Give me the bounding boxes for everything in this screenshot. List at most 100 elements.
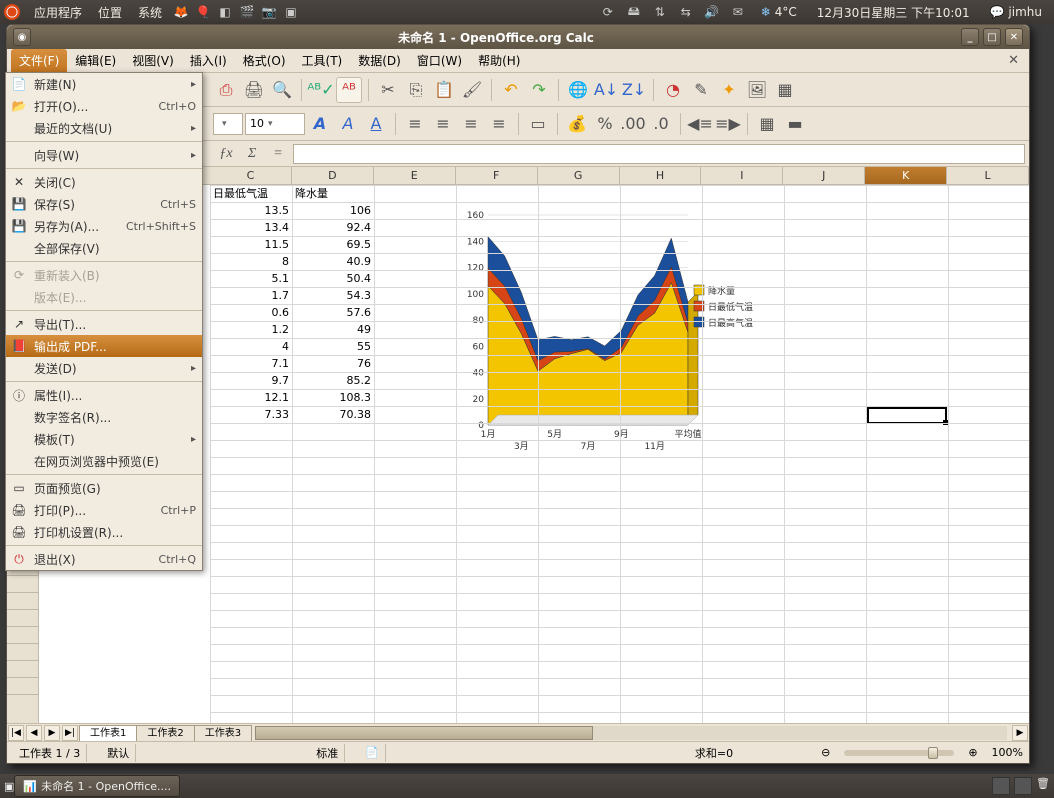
terminal-icon[interactable]: ▣ bbox=[282, 3, 300, 21]
spellcheck-icon[interactable]: ᴬᴮ✓ bbox=[308, 77, 334, 103]
panel-places-menu[interactable]: 位置 bbox=[90, 2, 130, 23]
balloon-icon[interactable]: 🎈 bbox=[194, 3, 212, 21]
menu-exit[interactable]: ⏻退出(X)Ctrl+Q bbox=[6, 548, 202, 570]
update-icon[interactable]: ⟳ bbox=[599, 3, 617, 21]
menu-format[interactable]: 格式(O) bbox=[235, 49, 294, 72]
cell[interactable]: 92.4 bbox=[292, 219, 374, 236]
clock[interactable]: 12月30日星期三 下午10:01 bbox=[809, 2, 978, 23]
embedded-chart[interactable]: 0204060801001201401601月3月5月7月9月11月平均值降水量… bbox=[448, 205, 768, 465]
col-header-K[interactable]: K bbox=[865, 167, 947, 184]
align-left-icon[interactable]: ≡ bbox=[402, 111, 428, 137]
cell[interactable]: 57.6 bbox=[292, 304, 374, 321]
cell[interactable]: 1.2 bbox=[210, 321, 292, 338]
menu-data[interactable]: 数据(D) bbox=[350, 49, 409, 72]
cell[interactable]: 降水量 bbox=[292, 185, 374, 202]
cell[interactable]: 5.1 bbox=[210, 270, 292, 287]
tab-next-icon[interactable]: ▶ bbox=[44, 725, 60, 741]
font-size-combo[interactable]: 10▾ bbox=[245, 113, 305, 135]
indent-inc-icon[interactable]: ≡▶ bbox=[715, 111, 741, 137]
underline-icon[interactable]: A bbox=[363, 111, 389, 137]
font-name-combo[interactable]: ▾ bbox=[213, 113, 243, 135]
cell[interactable]: 106 bbox=[292, 202, 374, 219]
cell[interactable]: 7.33 bbox=[210, 406, 292, 423]
menu-wizard[interactable]: 向导(W) bbox=[6, 144, 202, 166]
cell[interactable]: 50.4 bbox=[292, 270, 374, 287]
align-justify-icon[interactable]: ≡ bbox=[486, 111, 512, 137]
zoom-out-icon[interactable]: ⊖ bbox=[821, 746, 830, 759]
merge-cells-icon[interactable]: ▭ bbox=[525, 111, 551, 137]
sort-desc-icon[interactable]: Z↓ bbox=[621, 77, 647, 103]
menu-properties[interactable]: ⓘ属性(I)... bbox=[6, 384, 202, 406]
print-icon[interactable]: 🖨 bbox=[241, 77, 267, 103]
scroll-right-icon[interactable]: ▶ bbox=[1012, 725, 1028, 741]
col-header-C[interactable]: C bbox=[210, 167, 292, 184]
indent-dec-icon[interactable]: ◀≡ bbox=[687, 111, 713, 137]
function-wizard-icon[interactable]: ƒx bbox=[215, 144, 237, 164]
workspace-switcher-2[interactable] bbox=[1014, 777, 1032, 795]
tab-last-icon[interactable]: ▶| bbox=[62, 725, 78, 741]
col-header-J[interactable]: J bbox=[783, 167, 865, 184]
horizontal-scrollbar[interactable] bbox=[255, 726, 1007, 740]
cell[interactable]: 8 bbox=[210, 253, 292, 270]
ubuntu-logo-icon[interactable] bbox=[4, 4, 20, 20]
draw-icon[interactable]: ✎ bbox=[688, 77, 714, 103]
menu-file[interactable]: 文件(F) bbox=[11, 49, 67, 72]
col-header-I[interactable]: I bbox=[701, 167, 783, 184]
preview-icon[interactable]: 🔍 bbox=[269, 77, 295, 103]
cell[interactable]: 12.1 bbox=[210, 389, 292, 406]
cell[interactable]: 70.38 bbox=[292, 406, 374, 423]
window-menu-icon[interactable]: ◉ bbox=[13, 28, 31, 46]
menu-edit[interactable]: 编辑(E) bbox=[67, 49, 124, 72]
network-icon[interactable]: ⇆ bbox=[677, 3, 695, 21]
menu-recent[interactable]: 最近的文档(U) bbox=[6, 117, 202, 139]
cell[interactable]: 49 bbox=[292, 321, 374, 338]
redo-icon[interactable]: ↷ bbox=[526, 77, 552, 103]
menu-digsig[interactable]: 数字签名(R)... bbox=[6, 406, 202, 428]
col-header-D[interactable]: D bbox=[292, 167, 374, 184]
decimal-add-icon[interactable]: .00 bbox=[620, 111, 646, 137]
cell[interactable]: 日最低气温 bbox=[210, 185, 292, 202]
show-desktop-icon[interactable]: ▣ bbox=[4, 780, 14, 793]
col-header-L[interactable]: L bbox=[947, 167, 1029, 184]
cell[interactable]: 54.3 bbox=[292, 287, 374, 304]
sheet-tab-2[interactable]: 工作表2 bbox=[136, 725, 194, 741]
firefox-icon[interactable]: 🦊 bbox=[172, 3, 190, 21]
menu-view[interactable]: 视图(V) bbox=[124, 49, 182, 72]
bold-icon[interactable]: A bbox=[307, 111, 333, 137]
status-sig-icon[interactable]: 📄 bbox=[359, 744, 386, 762]
menu-save[interactable]: 💾保存(S)Ctrl+S bbox=[6, 193, 202, 215]
zoom-slider[interactable] bbox=[844, 750, 954, 756]
user-menu[interactable]: 💬 jimhu bbox=[982, 3, 1050, 21]
menu-window[interactable]: 窗口(W) bbox=[409, 49, 470, 72]
menu-template[interactable]: 模板(T) bbox=[6, 428, 202, 450]
col-header-H[interactable]: H bbox=[620, 167, 702, 184]
video-icon[interactable]: 🎬 bbox=[238, 3, 256, 21]
cell[interactable]: 55 bbox=[292, 338, 374, 355]
menu-new[interactable]: 📄新建(N) bbox=[6, 73, 202, 95]
cell[interactable]: 13.4 bbox=[210, 219, 292, 236]
borders-icon[interactable]: ▦ bbox=[754, 111, 780, 137]
align-center-icon[interactable]: ≡ bbox=[430, 111, 456, 137]
chart-icon[interactable]: ◔ bbox=[660, 77, 686, 103]
cell[interactable]: 69.5 bbox=[292, 236, 374, 253]
menu-print[interactable]: 🖨打印(P)...Ctrl+P bbox=[6, 499, 202, 521]
tab-prev-icon[interactable]: ◀ bbox=[26, 725, 42, 741]
percent-icon[interactable]: % bbox=[592, 111, 618, 137]
zoom-in-icon[interactable]: ⊕ bbox=[968, 746, 977, 759]
cell[interactable]: 7.1 bbox=[210, 355, 292, 372]
maximize-button[interactable]: □ bbox=[983, 28, 1001, 46]
mail-icon[interactable]: ✉ bbox=[729, 3, 747, 21]
menu-export-pdf[interactable]: 📕输出成 PDF... bbox=[6, 335, 202, 357]
cell[interactable]: 9.7 bbox=[210, 372, 292, 389]
currency-icon[interactable]: 💰 bbox=[564, 111, 590, 137]
menu-send[interactable]: 发送(D) bbox=[6, 357, 202, 379]
menu-printer[interactable]: 🖨打印机设置(R)... bbox=[6, 521, 202, 543]
paste-icon[interactable]: 📋 bbox=[431, 77, 457, 103]
equals-icon[interactable]: = bbox=[267, 144, 289, 164]
cut-icon[interactable]: ✂ bbox=[375, 77, 401, 103]
cell[interactable]: 85.2 bbox=[292, 372, 374, 389]
col-header-G[interactable]: G bbox=[538, 167, 620, 184]
cell[interactable]: 0.6 bbox=[210, 304, 292, 321]
cell[interactable]: 13.5 bbox=[210, 202, 292, 219]
cell[interactable]: 76 bbox=[292, 355, 374, 372]
